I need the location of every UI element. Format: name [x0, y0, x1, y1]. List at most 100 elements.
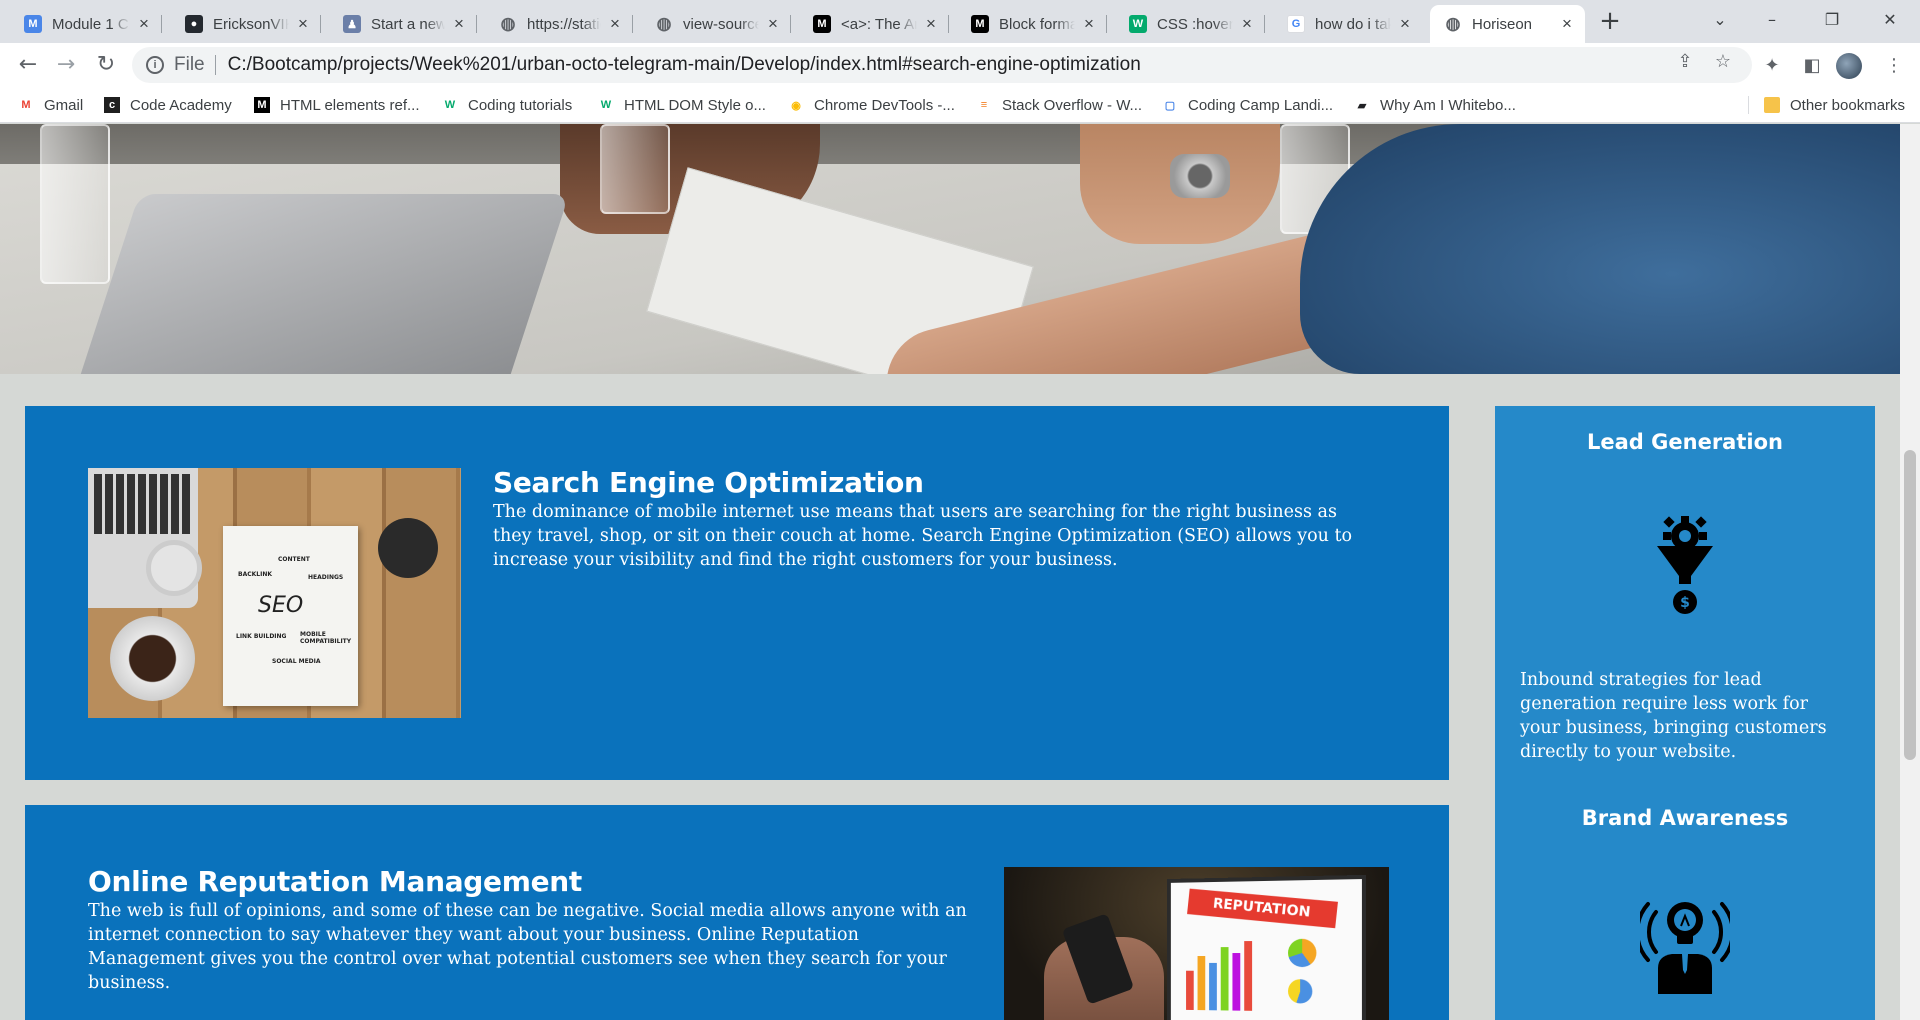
orm-body: The web is full of opinions, and some of…	[88, 899, 968, 995]
browser-toolbar: ← → ↻ i File C:/Bootcamp/projects/Week%2…	[0, 43, 1920, 87]
bookmark-item[interactable]: W HTML DOM Style o...	[598, 93, 766, 117]
close-tab-icon[interactable]: ×	[1559, 16, 1575, 32]
seo-text: Search Engine Optimization The dominance…	[493, 466, 1373, 572]
new-tab-button[interactable]: +	[1596, 8, 1624, 36]
mdn-icon: M	[813, 15, 831, 33]
scrollbar-thumb[interactable]	[1904, 450, 1916, 760]
bookmark-item[interactable]: W Coding tutorials	[442, 93, 572, 117]
bookmark-label: Code Academy	[130, 97, 232, 114]
bookmark-label: Why Am I Whitebo...	[1380, 97, 1516, 114]
forward-icon[interactable]: →	[52, 51, 80, 79]
bookmark-item[interactable]: ▢ Coding Camp Landi...	[1162, 93, 1333, 117]
close-window-icon[interactable]: ✕	[1876, 8, 1904, 32]
browser-tab[interactable]: ◍ https://static ×	[485, 5, 633, 43]
tab-title: https://static	[527, 16, 601, 33]
bookmark-item[interactable]: ◉ Chrome DevTools -...	[788, 93, 955, 117]
minimize-icon[interactable]: –	[1758, 8, 1786, 32]
browser-tab[interactable]: ◍ view-source ×	[641, 5, 791, 43]
bookmarks-bar: M Gmail c Code Academy M HTML elements ref...…	[0, 87, 1920, 123]
browser-tab[interactable]: ◍ Horiseon ×	[1430, 5, 1585, 43]
seo-image-word: LINK BUILDING	[236, 633, 286, 640]
chrome-icon: ◉	[788, 97, 804, 113]
google-icon: G	[1287, 15, 1305, 33]
globe-icon: ◍	[1444, 15, 1462, 33]
close-tab-icon[interactable]: ×	[765, 16, 781, 32]
back-icon[interactable]: ←	[14, 51, 42, 79]
browser-tab[interactable]: ♟ Start a new topic ×	[329, 5, 477, 43]
close-tab-icon[interactable]: ×	[136, 16, 152, 32]
svg-text:$: $	[1680, 595, 1690, 611]
bookmark-item[interactable]: M Gmail	[18, 93, 83, 117]
bookmark-item[interactable]: ▰ Why Am I Whitebo...	[1354, 93, 1516, 117]
profile-avatar[interactable]	[1836, 53, 1862, 79]
close-tab-icon[interactable]: ×	[607, 16, 623, 32]
seo-image: CONTENT BACKLINK HEADINGS SEO LINK BUILD…	[88, 468, 461, 718]
close-tab-icon[interactable]: ×	[1397, 16, 1413, 32]
tab-title: view-source	[683, 16, 759, 33]
mdn-icon: M	[254, 97, 270, 113]
tab-title: how do i take	[1315, 16, 1391, 33]
close-tab-icon[interactable]: ×	[923, 16, 939, 32]
forum-icon: ♟	[343, 15, 361, 33]
seo-image-word: HEADINGS	[308, 574, 343, 581]
address-bar[interactable]: i File C:/Bootcamp/projects/Week%201/urb…	[132, 47, 1752, 83]
bookmark-item[interactable]: c Code Academy	[104, 93, 232, 117]
mdn-icon: M	[971, 15, 989, 33]
w3schools-icon: W	[442, 97, 458, 113]
menu-kebab-icon[interactable]: ⋮	[1882, 54, 1906, 78]
orm-section: Online Reputation Management The web is …	[25, 805, 1449, 1020]
address-scheme-label: File	[174, 54, 205, 76]
bookmark-item[interactable]: ≡ Stack Overflow - W...	[976, 93, 1142, 117]
bookmark-label: Stack Overflow - W...	[1002, 97, 1142, 114]
bookmark-label: Chrome DevTools -...	[814, 97, 955, 114]
share-icon[interactable]: ⇪	[1674, 51, 1696, 73]
seo-body: The dominance of mobile internet use mea…	[493, 500, 1373, 572]
bookmark-star-icon[interactable]: ☆	[1712, 51, 1734, 73]
bookmark-label: HTML elements ref...	[280, 97, 419, 114]
reputation-banner: REPUTATION	[1187, 889, 1338, 929]
close-tab-icon[interactable]: ×	[451, 16, 467, 32]
reputation-image: REPUTATION	[1004, 867, 1389, 1020]
browser-tab[interactable]: ● EricksonVIKING ×	[171, 5, 321, 43]
stackoverflow-icon: ≡	[976, 97, 992, 113]
tab-title: Horiseon	[1472, 16, 1553, 33]
side-panel-icon[interactable]: ◧	[1800, 54, 1824, 78]
brand-awareness-icon	[1640, 890, 1730, 998]
orm-text: Online Reputation Management The web is …	[88, 865, 968, 995]
close-tab-icon[interactable]: ×	[1081, 16, 1097, 32]
address-divider	[215, 55, 216, 75]
site-info-icon[interactable]: i	[146, 56, 164, 74]
bookmarks-divider	[1748, 96, 1749, 114]
lead-generation-icon: $	[1655, 516, 1715, 620]
codecademy-icon: c	[104, 97, 120, 113]
hero-image	[0, 124, 1900, 374]
restore-icon[interactable]: ❐	[1818, 8, 1846, 32]
browser-tab[interactable]: W CSS :hover ×	[1115, 5, 1265, 43]
browser-tab[interactable]: Ghow do i take ×	[1273, 5, 1423, 43]
tab-strip: MModule 1 Challenge×●EricksonVIKING×♟Sta…	[0, 0, 1920, 43]
w3schools-icon: W	[598, 97, 614, 113]
reload-icon[interactable]: ↻	[92, 51, 120, 79]
tab-search-icon[interactable]: ⌄	[1706, 8, 1734, 32]
address-url[interactable]: C:/Bootcamp/projects/Week%201/urban-octo…	[228, 54, 1141, 76]
doc-icon: ▢	[1162, 97, 1178, 113]
close-tab-icon[interactable]: ×	[295, 16, 311, 32]
close-tab-icon[interactable]: ×	[1239, 16, 1255, 32]
folder-icon	[1764, 97, 1780, 113]
github-icon: ●	[185, 15, 203, 33]
other-bookmarks[interactable]: Other bookmarks	[1764, 93, 1905, 117]
bookmark-label: Coding Camp Landi...	[1188, 97, 1333, 114]
tab-title: EricksonVIKING	[213, 16, 289, 33]
browser-tab[interactable]: M <a>: The Anchor ×	[799, 5, 949, 43]
book-icon: ▰	[1354, 97, 1370, 113]
doc-icon: M	[24, 15, 42, 33]
browser-tab[interactable]: M Block formatting ×	[957, 5, 1107, 43]
seo-image-word: MOBILE COMPATIBILITY	[300, 631, 344, 645]
bookmark-item[interactable]: M HTML elements ref...	[254, 93, 419, 117]
browser-tab[interactable]: M Module 1 Challenge ×	[10, 5, 162, 43]
lead-generation-heading: Lead Generation	[1495, 430, 1875, 454]
globe-icon: ◍	[499, 15, 517, 33]
extensions-icon[interactable]: ✦	[1760, 54, 1784, 78]
tab-title: Module 1 Challenge	[52, 16, 130, 33]
seo-image-word: BACKLINK	[238, 571, 272, 578]
